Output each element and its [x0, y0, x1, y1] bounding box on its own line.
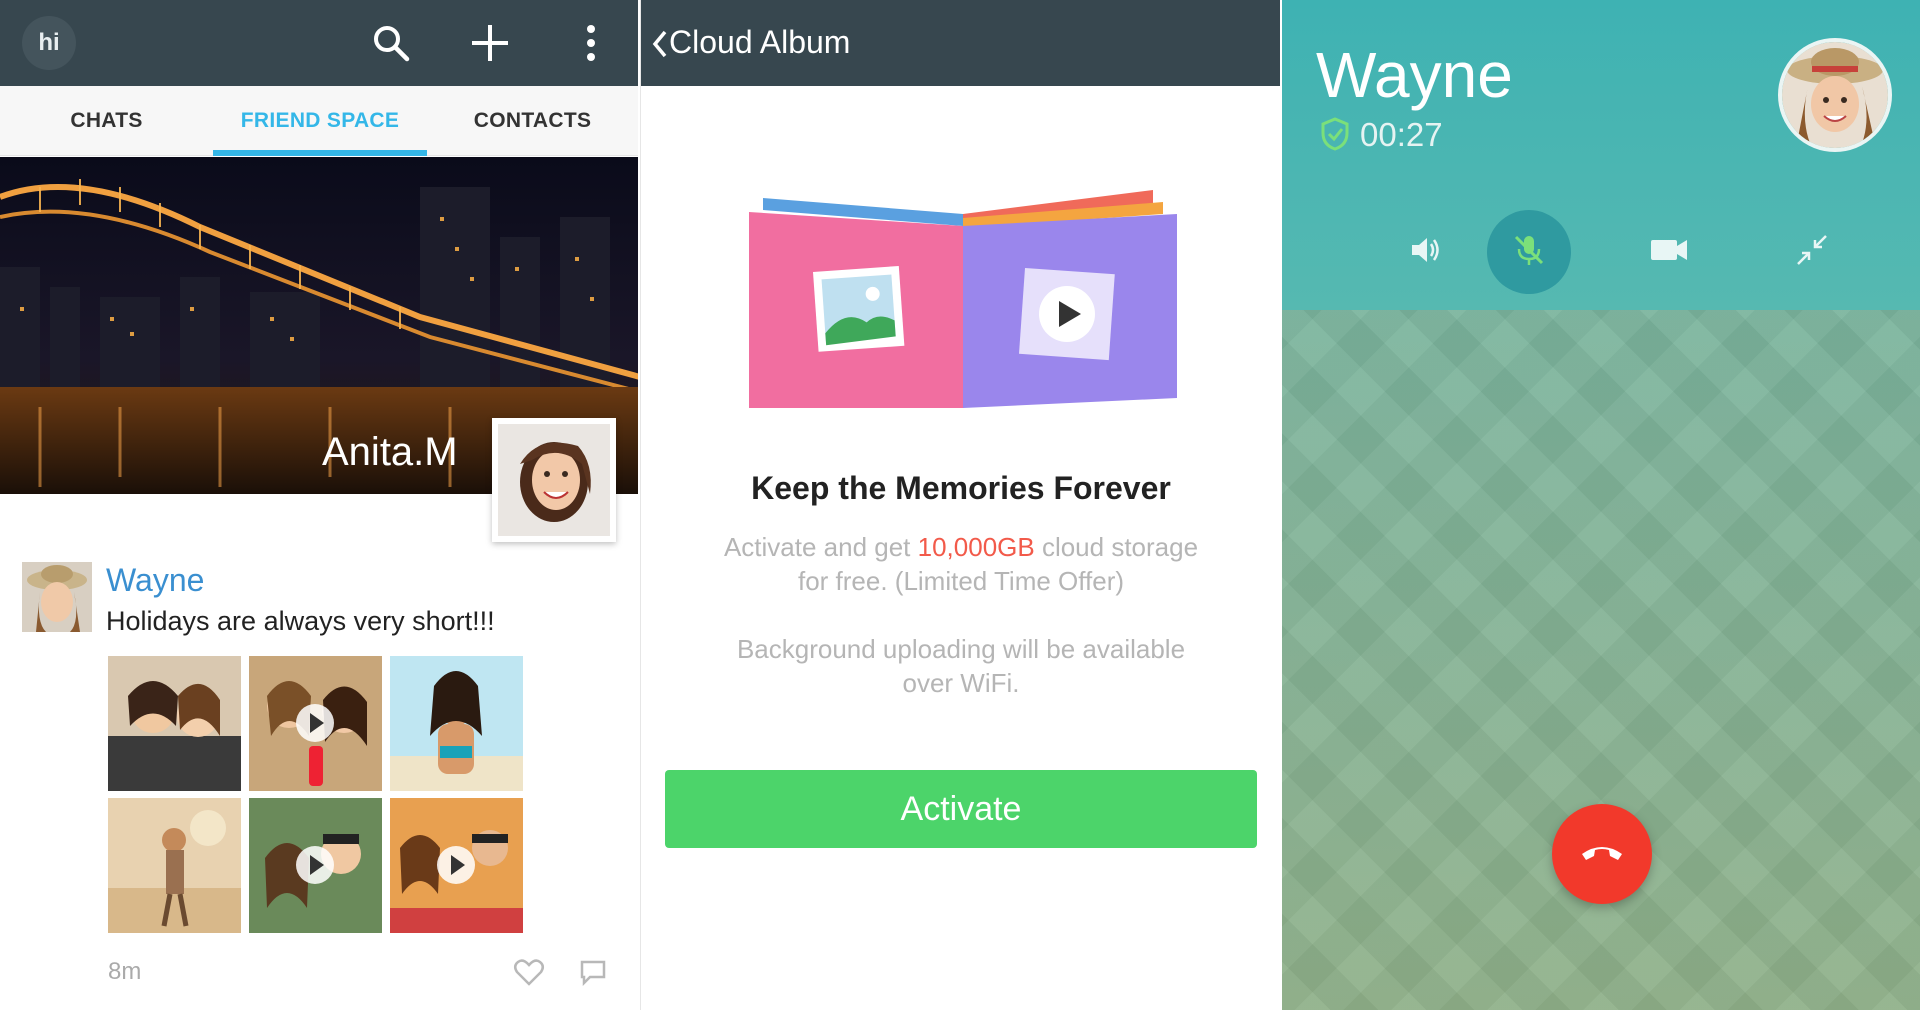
upload-note-line: Background uploading will be available	[736, 634, 1186, 664]
heart-icon[interactable]	[512, 955, 546, 989]
plus-icon[interactable]	[467, 20, 513, 66]
app-logo[interactable]: hi	[22, 16, 76, 70]
mute-mic-icon	[1511, 232, 1547, 273]
secure-shield-icon	[1320, 117, 1350, 151]
call-timer: 00:27	[1360, 116, 1443, 153]
tab-contacts[interactable]: CONTACTS	[427, 86, 638, 156]
video-call-button[interactable]	[1627, 210, 1711, 294]
minimize-call-button[interactable]	[1770, 210, 1854, 294]
activate-button[interactable]: Activate	[665, 770, 1257, 848]
cloud-album-screen: Cloud Album Keep the Memories Forever Ac…	[640, 0, 1280, 1010]
post-photo[interactable]	[108, 656, 241, 791]
speaker-button[interactable]	[1384, 210, 1468, 294]
page-title[interactable]: Cloud Album	[669, 24, 850, 61]
caller-name: Wayne	[1316, 39, 1513, 111]
friend-space-screen: hi CHATS FRIEND SPACE CONTACTS Anita.M W…	[0, 0, 638, 1010]
promo-offer-line: for free. (Limited Time Offer)	[797, 566, 1125, 596]
promo-description-line: Activate and get 10,000GB cloud storage	[723, 532, 1199, 562]
post-photo-grid	[108, 656, 528, 936]
post-timestamp: 8m	[108, 958, 142, 985]
mute-button[interactable]	[1487, 210, 1571, 294]
post-author-avatar[interactable]	[22, 562, 92, 632]
cloud-album-toolbar: Cloud Album	[641, 0, 1280, 86]
minimize-icon	[1794, 232, 1830, 273]
overflow-menu-icon[interactable]	[568, 20, 614, 66]
caller-avatar	[1778, 38, 1892, 152]
post-photo[interactable]	[108, 798, 241, 933]
active-tab-indicator	[213, 150, 427, 156]
search-icon[interactable]	[368, 20, 414, 66]
post-video[interactable]	[249, 656, 382, 791]
tab-bar: CHATS FRIEND SPACE CONTACTS	[0, 86, 638, 156]
hang-up-phone-icon	[1578, 840, 1626, 869]
video-camera-icon	[1649, 236, 1689, 269]
tab-chats[interactable]: CHATS	[0, 86, 213, 156]
post-text: Holidays are always very short!!!	[106, 606, 495, 636]
cover-profile-name: Anita.M	[322, 430, 458, 474]
post-author-name[interactable]: Wayne	[106, 562, 204, 599]
speaker-icon	[1408, 232, 1444, 273]
promo-heading: Keep the Memories Forever	[751, 470, 1171, 506]
cloud-album-illustration	[733, 168, 1193, 408]
post-video[interactable]	[390, 798, 523, 933]
post-video[interactable]	[249, 798, 382, 933]
end-call-button[interactable]	[1552, 804, 1652, 904]
comment-icon[interactable]	[576, 955, 610, 989]
app-toolbar: hi	[0, 0, 638, 86]
call-screen: Wayne 00:27	[1282, 0, 1920, 1010]
tab-friend-space[interactable]: FRIEND SPACE	[213, 86, 427, 156]
upload-note-line: over WiFi.	[902, 668, 1020, 698]
profile-photo[interactable]	[492, 418, 616, 542]
post-photo[interactable]	[390, 656, 523, 791]
storage-amount-highlight: 10,000GB	[917, 532, 1035, 562]
